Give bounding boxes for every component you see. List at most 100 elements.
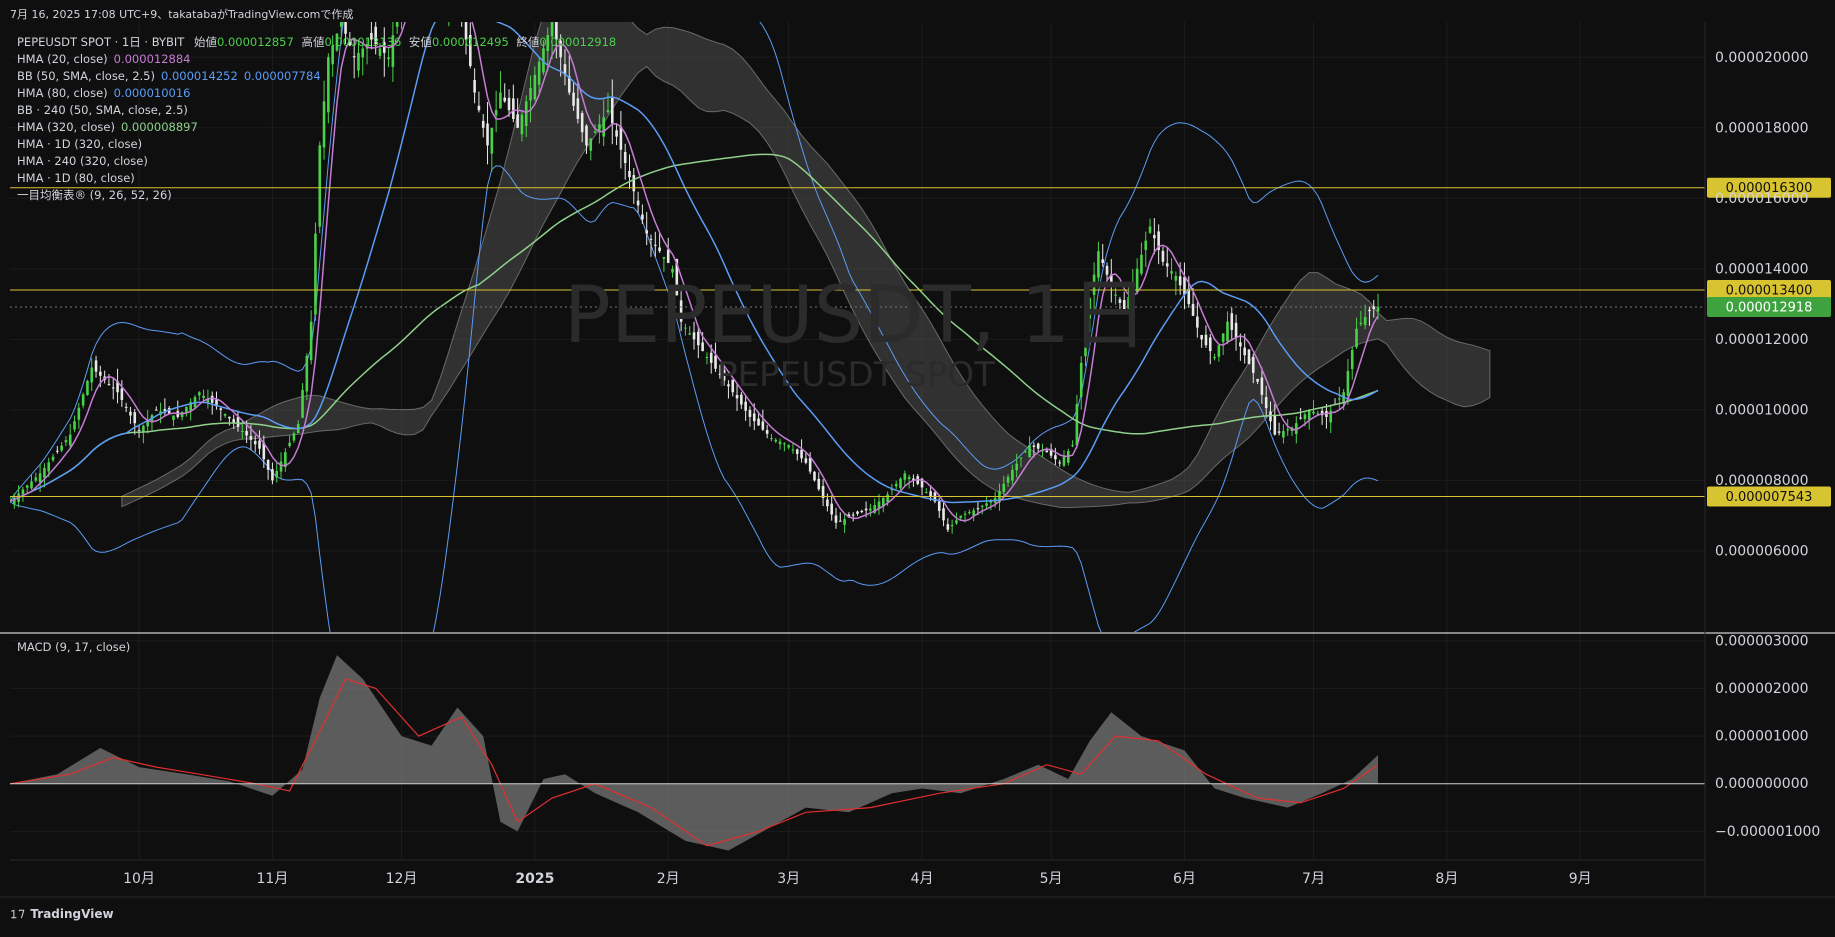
candle-body [838,520,842,522]
candle-body [1286,429,1290,431]
candle-body [1079,362,1083,397]
price-tick-label: 0.000014000 [1715,261,1809,277]
candle-body [38,473,42,483]
candle-body [86,380,89,396]
candle-body [90,367,94,383]
candle-body [81,394,85,406]
legend-indicator-4[interactable]: HMA (320, close) 0.000008897 [17,119,616,136]
candle-body [1217,345,1221,357]
candle-body [804,458,808,463]
candle-body [1307,409,1311,420]
candle-body [899,478,902,489]
candle-body [869,508,872,511]
candle-body [279,461,283,472]
candle-body [1355,328,1358,348]
candle-body [275,470,279,478]
time-tick-label: 7月 [1302,871,1325,887]
candle-body [1247,349,1251,365]
ohlc-value-2: 0.000012495 [431,35,509,49]
legend-indicator-label: HMA · 1D (80, close) [17,171,135,185]
legend-indicator-7[interactable]: HMA · 1D (80, close) [17,170,616,187]
candle-body [632,175,636,192]
candle-body [314,233,317,315]
candle-body [137,429,141,432]
candle-body [292,433,296,441]
legend-indicator-label: BB · 240 (50, SMA, close, 2.5) [17,103,188,117]
candle-body [1045,450,1049,453]
candle-body [735,394,739,399]
candle-body [1101,259,1105,263]
candle-body [124,406,128,408]
candle-body [864,508,868,511]
candle-body [1277,431,1281,433]
candle-body [1002,483,1006,493]
candle-body [34,477,38,481]
candle-body [94,360,98,372]
legend-indicator-label: HMA (320, close) [17,120,115,134]
legend-main-row[interactable]: PEPEUSDT SPOT · 1日 · BYBIT 始値0.000012857… [17,34,616,51]
candle-body [1359,322,1363,325]
legend-indicator-2[interactable]: HMA (80, close) 0.000010016 [17,85,616,102]
candle-body [1148,226,1152,233]
candle-body [43,467,46,478]
candle-body [963,513,967,515]
candle-body [658,247,661,252]
legend-indicator-label: HMA · 1D (320, close) [17,137,143,151]
candle-body [1312,411,1315,414]
candle-body [925,492,928,494]
candle-body [1346,371,1350,396]
candle-body [223,414,227,416]
candle-body [641,214,644,220]
tradingview-footer[interactable]: 𝟷𝟽 TradingView [10,907,114,922]
macd-tick-label: 0.000003000 [1715,633,1809,649]
candle-body [619,126,623,150]
candle-body [288,442,291,447]
candle-body [800,449,803,459]
candle-body [25,485,29,488]
candle-body [968,512,971,514]
watermark-symbol: PEPEUSDT, 1日 [564,271,1148,361]
price-tick-label: 0.000016000 [1715,191,1809,207]
candle-body [1368,309,1371,312]
last-price-label: 0.000012918 [1726,300,1813,315]
tradingview-logo-icon: 𝟷𝟽 [10,907,26,921]
candle-body [241,431,244,433]
horizontal-line-label: 0.000013400 [1726,283,1813,298]
legend-indicator-0[interactable]: HMA (20, close) 0.000012884 [17,51,616,68]
footer-brand: TradingView [30,907,114,921]
candle-body [765,430,769,434]
legend-indicator-label: HMA (80, close) [17,86,108,100]
legend-indicator-5[interactable]: HMA · 1D (320, close) [17,136,616,153]
candle-body [740,394,743,405]
indicator-legend[interactable]: PEPEUSDT SPOT · 1日 · BYBIT 始値0.000012857… [17,34,616,204]
time-tick-label: 9月 [1569,871,1592,887]
candle-body [1161,250,1165,262]
candle-body [1191,303,1195,316]
candle-body [1363,317,1367,325]
candle-body [856,511,859,514]
price-tick-label: 0.000020000 [1715,50,1809,66]
legend-indicator-1[interactable]: BB (50, SMA, close, 2.5) 0.000014252 0.000… [17,68,616,85]
candle-body [271,469,274,481]
candle-body [56,450,59,452]
candle-body [976,508,980,510]
candle-body [1183,276,1186,295]
candle-body [253,440,257,445]
candle-body [843,519,846,525]
candle-body [1196,316,1199,328]
legend-indicator-rows[interactable]: HMA (20, close) 0.000012884 BB (50, SMA, c… [17,51,616,204]
legend-indicator-value: 0.000007784 [243,69,321,83]
candle-body [813,471,816,481]
candle-body [133,412,137,424]
macd-tick-label: 0.000002000 [1715,681,1809,697]
legend-indicator-3[interactable]: BB · 240 (50, SMA, close, 2.5) [17,102,616,119]
legend-indicator-8[interactable]: 一目均衡表® (9, 26, 52, 26) [17,187,616,204]
candle-body [266,459,270,470]
candle-body [649,238,653,240]
candle-body [210,395,214,403]
candle-body [808,457,812,472]
candle-body [1006,476,1010,483]
legend-indicator-6[interactable]: HMA · 240 (320, close) [17,153,616,170]
candle-body [654,244,657,246]
candle-body [787,445,790,448]
